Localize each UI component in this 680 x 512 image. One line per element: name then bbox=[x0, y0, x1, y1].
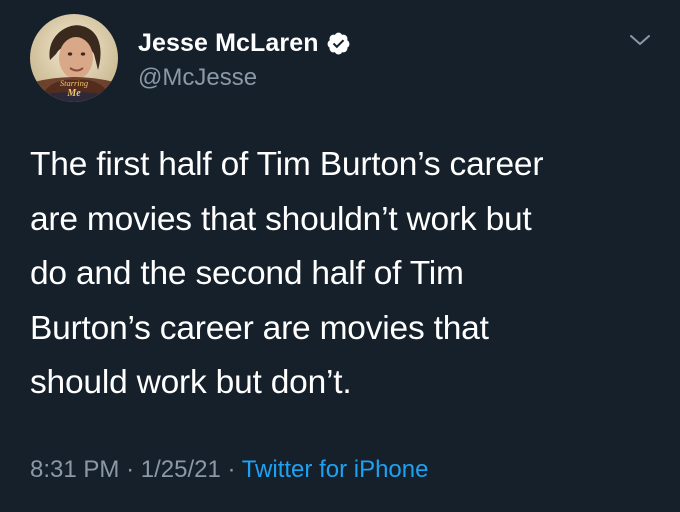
display-name[interactable]: Jesse McLaren bbox=[138, 29, 319, 58]
user-handle[interactable]: @McJesse bbox=[138, 64, 351, 92]
tweet-text-line: do and the second half of Tim bbox=[30, 255, 464, 292]
avatar-caption-line1: Starring bbox=[60, 78, 88, 88]
tweet-source-link[interactable]: Twitter for iPhone bbox=[242, 456, 429, 483]
tweet-date[interactable]: 1/25/21 bbox=[141, 456, 221, 483]
tweet-text: The first half of Tim Burton’s career ar… bbox=[30, 138, 660, 411]
tweet-text-line: should work but don’t. bbox=[30, 364, 352, 401]
tweet-time[interactable]: 8:31 PM bbox=[30, 456, 119, 483]
meta-separator: · bbox=[126, 456, 135, 483]
tweet-text-line: Burton’s career are movies that bbox=[30, 309, 489, 347]
chevron-down-icon[interactable] bbox=[626, 30, 654, 50]
avatar[interactable]: Starring Me bbox=[30, 14, 118, 102]
tweet-text-line: are movies that shouldn’t work but bbox=[30, 200, 532, 238]
display-name-row: Jesse McLaren bbox=[138, 26, 351, 60]
tweet-text-line: The first half of Tim Burton’s career bbox=[30, 146, 544, 183]
tweet-meta: 8:31 PM · 1/25/21 · Twitter for iPhone bbox=[30, 456, 428, 484]
verified-badge-icon bbox=[326, 31, 351, 56]
meta-separator: · bbox=[227, 456, 236, 483]
user-info[interactable]: Jesse McLaren @McJesse bbox=[138, 26, 351, 92]
avatar-caption-line2: Me bbox=[66, 88, 81, 99]
avatar-image: Starring Me bbox=[30, 14, 118, 102]
tweet-card: Starring Me Jesse McLaren @McJesse The f… bbox=[0, 0, 680, 512]
